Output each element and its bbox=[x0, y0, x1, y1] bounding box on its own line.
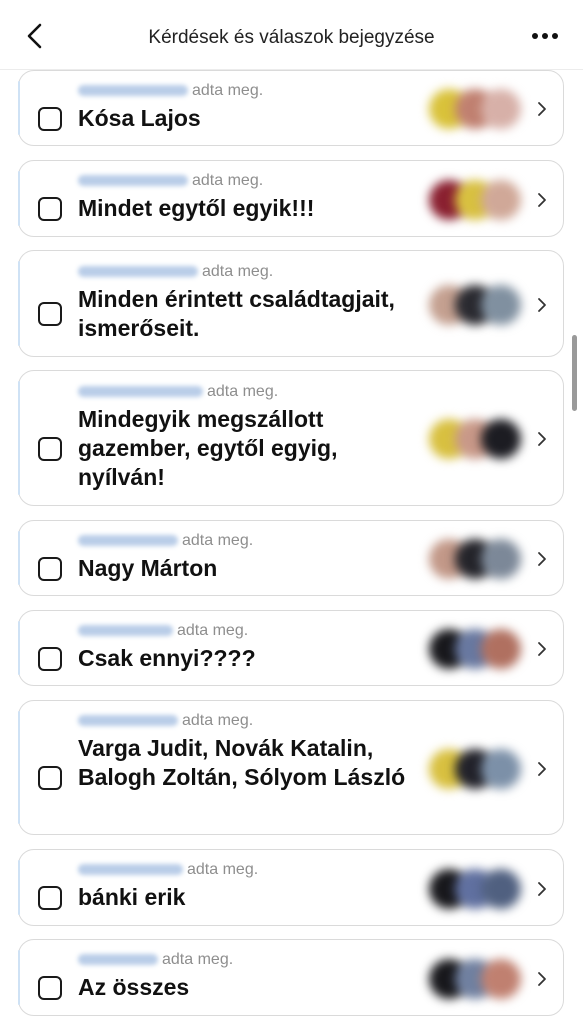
answer-card[interactable]: adta meg. Csak ennyi???? bbox=[18, 610, 564, 686]
author-suffix: adta meg. bbox=[192, 82, 264, 99]
answer-card[interactable]: adta meg. Mindegyik megszállott gazember,… bbox=[18, 370, 564, 506]
answer-text: Kósa Lajos bbox=[78, 105, 201, 131]
top-bar: Kérdések és válaszok bejegyzése bbox=[0, 0, 583, 70]
avatar bbox=[481, 89, 521, 129]
chevron-right-icon[interactable] bbox=[535, 431, 549, 447]
answer-author: adta meg. bbox=[78, 82, 263, 100]
avatar bbox=[481, 629, 521, 669]
answer-text: Nagy Márton bbox=[78, 555, 218, 581]
author-suffix: adta meg. bbox=[182, 532, 254, 549]
responder-avatars bbox=[429, 180, 529, 224]
answer-text: Varga Judit, Novák Katalin, Balogh Zoltá… bbox=[78, 735, 406, 790]
answer-card[interactable]: adta meg. Kósa Lajos bbox=[18, 70, 564, 146]
answer-checkbox[interactable] bbox=[38, 196, 62, 221]
responder-avatars bbox=[429, 89, 529, 133]
answer-text: Minden érintett családtagjait, ismerősei… bbox=[78, 286, 395, 341]
blurred-username bbox=[78, 386, 203, 398]
answer-checkbox[interactable] bbox=[38, 302, 62, 326]
blurred-username bbox=[78, 954, 158, 966]
author-suffix: adta meg. bbox=[192, 172, 264, 189]
blurred-username bbox=[78, 535, 178, 547]
blurred-username bbox=[78, 85, 188, 97]
answer-checkbox[interactable] bbox=[38, 975, 62, 1000]
author-suffix: adta meg. bbox=[187, 861, 259, 878]
responder-avatars bbox=[429, 285, 529, 329]
answer-checkbox[interactable] bbox=[38, 885, 62, 910]
author-suffix: adta meg. bbox=[162, 951, 234, 968]
chevron-right-icon[interactable] bbox=[535, 971, 549, 987]
avatar bbox=[481, 419, 521, 459]
responder-avatars bbox=[429, 749, 529, 793]
answer-author: adta meg. bbox=[78, 622, 248, 640]
answer-checkbox[interactable] bbox=[38, 106, 62, 131]
author-suffix: adta meg. bbox=[182, 712, 254, 729]
chevron-right-icon[interactable] bbox=[535, 551, 549, 567]
answer-card[interactable]: adta meg. Az összes bbox=[18, 939, 564, 1016]
blurred-username bbox=[78, 625, 173, 637]
avatar bbox=[481, 749, 521, 789]
more-horizontal-icon[interactable] bbox=[529, 24, 561, 48]
blurred-username bbox=[78, 715, 178, 727]
responder-avatars bbox=[429, 629, 529, 673]
answer-author: adta meg. bbox=[78, 712, 253, 730]
answer-text: Mindegyik megszállott gazember, egytől e… bbox=[78, 406, 338, 490]
chevron-right-icon[interactable] bbox=[535, 641, 549, 657]
avatar bbox=[481, 180, 521, 220]
author-suffix: adta meg. bbox=[207, 383, 279, 400]
answer-author: adta meg. bbox=[78, 383, 278, 401]
answer-author: adta meg. bbox=[78, 172, 263, 190]
answer-card[interactable]: adta meg. Mindet egytől egyik!!! bbox=[18, 160, 564, 237]
avatar bbox=[481, 285, 521, 325]
answer-checkbox[interactable] bbox=[38, 436, 62, 461]
answer-author: adta meg. bbox=[78, 951, 233, 969]
author-suffix: adta meg. bbox=[177, 622, 249, 639]
answer-checkbox[interactable] bbox=[38, 765, 62, 790]
answer-checkbox[interactable] bbox=[38, 556, 62, 581]
scrollbar[interactable] bbox=[572, 335, 577, 411]
blurred-username bbox=[78, 266, 198, 278]
chevron-right-icon[interactable] bbox=[535, 101, 549, 117]
answer-text: Az összes bbox=[78, 974, 190, 1000]
avatar bbox=[481, 869, 521, 909]
answer-author: adta meg. bbox=[78, 532, 253, 550]
blurred-username bbox=[78, 175, 188, 187]
responder-avatars bbox=[429, 959, 529, 1003]
author-suffix: adta meg. bbox=[202, 263, 274, 280]
blurred-username bbox=[78, 864, 183, 876]
answer-text: bánki erik bbox=[78, 884, 186, 910]
answer-card[interactable]: adta meg. Varga Judit, Novák Katalin, Bal… bbox=[18, 700, 564, 835]
answer-card[interactable]: adta meg. Minden érintett családtagjait, … bbox=[18, 250, 564, 357]
avatar bbox=[481, 539, 521, 579]
answer-text: Csak ennyi???? bbox=[78, 645, 256, 671]
answers-list[interactable]: adta meg. Kósa Lajos adta meg. Mindet egytő… bbox=[0, 70, 583, 1024]
answer-text: Mindet egytől egyik!!! bbox=[78, 195, 315, 221]
responder-avatars bbox=[429, 419, 529, 463]
page-title: Kérdések és válaszok bejegyzése bbox=[148, 27, 435, 48]
chevron-right-icon[interactable] bbox=[535, 881, 549, 897]
chevron-right-icon[interactable] bbox=[535, 192, 549, 208]
avatar bbox=[481, 959, 521, 999]
responder-avatars bbox=[429, 869, 529, 913]
answer-author: adta meg. bbox=[78, 263, 273, 281]
answer-author: adta meg. bbox=[78, 861, 258, 879]
answer-card[interactable]: adta meg. bánki erik bbox=[18, 849, 564, 926]
chevron-right-icon[interactable] bbox=[535, 761, 549, 777]
answer-checkbox[interactable] bbox=[38, 646, 62, 671]
chevron-right-icon[interactable] bbox=[535, 297, 549, 313]
answer-card[interactable]: adta meg. Nagy Márton bbox=[18, 520, 564, 596]
responder-avatars bbox=[429, 539, 529, 583]
